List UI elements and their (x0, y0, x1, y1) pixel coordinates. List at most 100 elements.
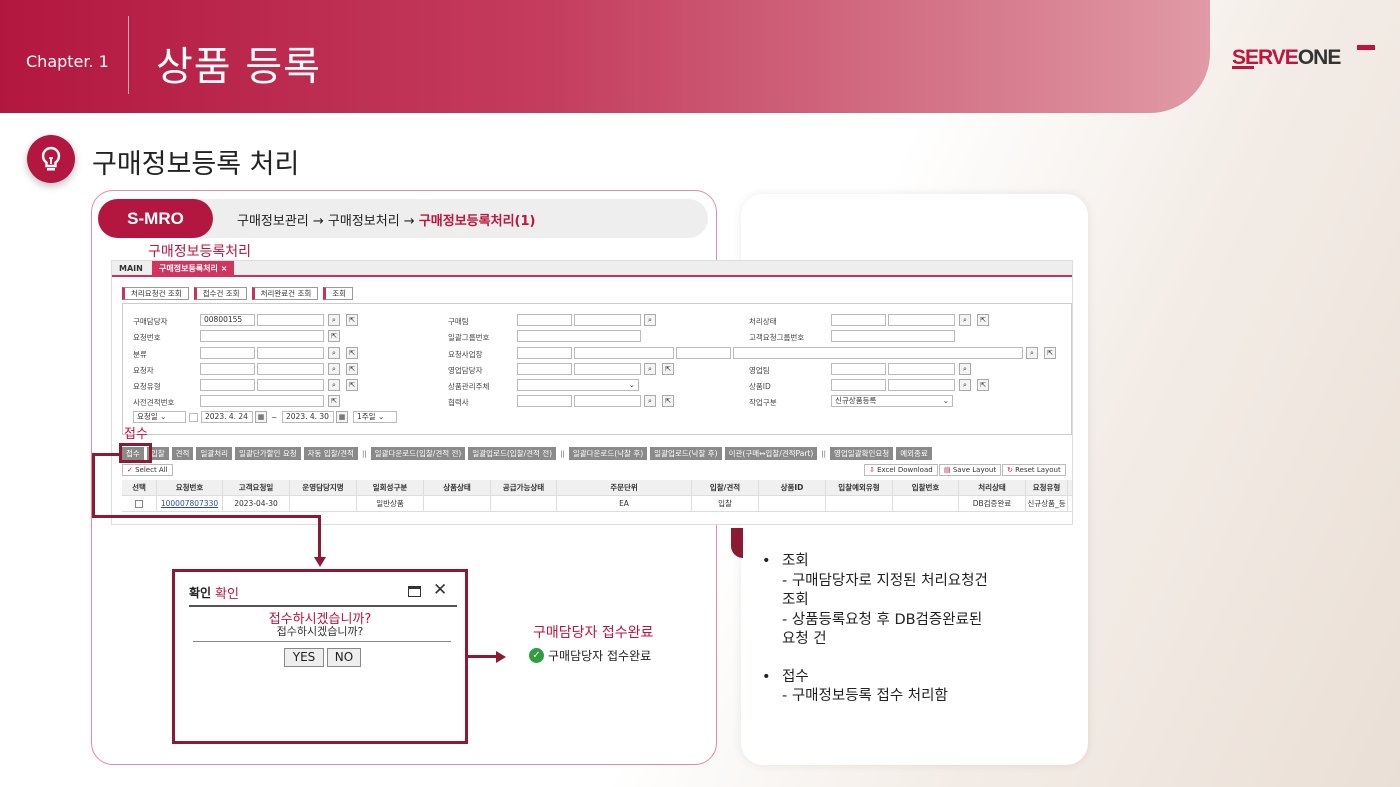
request-type-code-input[interactable] (200, 379, 255, 391)
quote-no-input[interactable] (200, 395, 324, 407)
sales-confirm-request-button[interactable]: 영업일괄확인요청 (830, 447, 894, 460)
product-id-name-input[interactable] (888, 379, 955, 391)
col-process-status[interactable]: 처리상태 (959, 480, 1026, 495)
col-bid-no[interactable]: 입찰번호 (893, 480, 959, 495)
auto-bid-button[interactable]: 자동 입찰/견적 (303, 447, 358, 460)
sales-team-code-input[interactable] (831, 363, 886, 375)
export-icon[interactable]: ⇱ (346, 379, 358, 391)
yes-button[interactable]: YES (284, 648, 324, 667)
batch-download-after-button[interactable]: 일괄다운로드(낙찰 후) (568, 447, 648, 460)
search-icon[interactable]: ⌕ (959, 363, 971, 375)
search-completed-button[interactable]: 처리완료건 조회 (251, 287, 319, 300)
batch-download-before-button[interactable]: 일괄다운로드(입찰/견적 전) (370, 447, 466, 460)
search-requests-button[interactable]: 처리요청건 조회 (122, 287, 189, 300)
search-received-button[interactable]: 접수건 조회 (193, 287, 247, 300)
search-button[interactable]: 조회 (323, 287, 354, 300)
export-icon[interactable]: ⇱ (1044, 347, 1056, 359)
request-no-link[interactable]: 100007807330 (157, 496, 223, 511)
save-layout-button[interactable]: ▤ Save Layout (939, 464, 1002, 476)
calendar-icon[interactable]: ▦ (255, 411, 267, 423)
process-status-name-input[interactable] (888, 314, 955, 326)
close-icon[interactable]: ✕ (433, 580, 447, 600)
requester-name-input[interactable] (257, 363, 324, 375)
request-type-name-input[interactable] (257, 379, 324, 391)
search-icon[interactable]: ⌕ (644, 395, 656, 407)
search-icon[interactable]: ⌕ (1026, 347, 1038, 359)
purchase-team-name-input[interactable] (574, 314, 641, 326)
export-icon[interactable]: ⇱ (346, 363, 358, 375)
export-icon[interactable]: ⇱ (328, 330, 340, 342)
partner-name-input[interactable] (574, 395, 641, 407)
col-request-type[interactable]: 요청유형 (1026, 480, 1068, 495)
search-icon[interactable]: ⌕ (959, 314, 971, 326)
sales-rep-name-input[interactable] (574, 363, 641, 375)
exception-close-button[interactable]: 예외종료 (896, 447, 932, 460)
requester-code-input[interactable] (200, 363, 255, 375)
request-no-input[interactable] (200, 330, 324, 342)
export-icon[interactable]: ⇱ (977, 314, 989, 326)
search-icon[interactable]: ⌕ (644, 314, 656, 326)
export-icon[interactable]: ⇱ (346, 347, 358, 359)
work-type-select[interactable]: 신규상품등록 ⌄ (831, 395, 953, 407)
search-icon[interactable]: ⌕ (328, 347, 340, 359)
col-order-unit[interactable]: 주문단위 (557, 480, 692, 495)
product-owner-select[interactable]: ⌄ (517, 379, 639, 391)
site-address-input[interactable] (733, 347, 1023, 359)
col-select[interactable]: 선택 (122, 480, 157, 495)
site-extra-input[interactable] (676, 347, 731, 359)
process-status-code-input[interactable] (831, 314, 886, 326)
search-icon[interactable]: ⌕ (959, 379, 971, 391)
transfer-button[interactable]: 이관(구매↔입찰/견적Part) (724, 447, 818, 460)
reset-layout-button[interactable]: ↻ Reset Layout (1002, 464, 1066, 476)
tab-main[interactable]: MAIN (112, 261, 150, 277)
date-type-select[interactable]: 요청일 ⌄ (133, 411, 186, 423)
export-icon[interactable]: ⇱ (977, 379, 989, 391)
search-icon[interactable]: ⌕ (328, 314, 340, 326)
col-onetime[interactable]: 일회성구분 (357, 480, 424, 495)
col-product-id[interactable]: 상품ID (759, 480, 826, 495)
sales-team-name-input[interactable] (888, 363, 955, 375)
product-id-code-input[interactable] (831, 379, 886, 391)
site-code-input[interactable] (517, 347, 572, 359)
search-icon[interactable]: ⌕ (328, 379, 340, 391)
row-checkbox[interactable] (122, 496, 157, 511)
export-icon[interactable]: ⇱ (328, 395, 340, 407)
date-from-input[interactable]: 2023. 4. 24 (201, 411, 253, 423)
customer-group-input[interactable] (831, 330, 955, 342)
date-checkbox[interactable] (189, 413, 198, 422)
batch-process-button[interactable]: 일괄처리 (196, 447, 233, 460)
calendar-icon[interactable]: ▦ (336, 411, 348, 423)
export-icon[interactable]: ⇱ (662, 363, 674, 375)
category-name-input[interactable] (257, 347, 324, 359)
col-operator[interactable]: 운영담당지명 (290, 480, 357, 495)
buyer-name-input[interactable] (257, 314, 324, 326)
col-bid-quote[interactable]: 입찰/견적 (692, 480, 759, 495)
col-bid-exception[interactable]: 입찰예외유형 (826, 480, 893, 495)
close-icon[interactable]: × (221, 264, 228, 273)
partner-code-input[interactable] (517, 395, 572, 407)
site-name-input[interactable] (574, 347, 674, 359)
buyer-code-input[interactable]: 00800155 (200, 314, 255, 326)
col-request-no[interactable]: 요청번호 (157, 480, 223, 495)
col-supply-status[interactable]: 공급가능상태 (491, 480, 557, 495)
export-icon[interactable]: ⇱ (346, 314, 358, 326)
col-customer-date[interactable]: 고객요청일 (223, 480, 290, 495)
date-to-input[interactable]: 2023. 4. 30 (282, 411, 334, 423)
search-icon[interactable]: ⌕ (644, 363, 656, 375)
sales-rep-code-input[interactable] (517, 363, 572, 375)
batch-upload-before-button[interactable]: 일괄업로드(입찰/견적 전) (468, 447, 557, 460)
batch-upload-after-button[interactable]: 일괄업로드(낙찰 후) (650, 447, 722, 460)
period-select[interactable]: 1주일 ⌄ (353, 411, 397, 423)
category-code-input[interactable] (200, 347, 255, 359)
tab-purchase-registration[interactable]: 구매정보등록처리 × (152, 261, 235, 277)
no-button[interactable]: NO (327, 648, 361, 667)
col-product-status[interactable]: 상품상태 (424, 480, 491, 495)
search-icon[interactable]: ⌕ (328, 363, 340, 375)
maximize-icon[interactable] (408, 586, 421, 597)
batch-discount-button[interactable]: 일괄단가할인 요청 (235, 447, 301, 460)
table-row[interactable]: 100007807330 2023-04-30 일반상품 EA 입찰 DB검증완… (122, 496, 1072, 512)
quote-button[interactable]: 견적 (171, 447, 194, 460)
select-all-button[interactable]: ✓ Select All (122, 464, 173, 476)
excel-download-button[interactable]: ⇩ Excel Download (864, 464, 938, 476)
batch-group-input[interactable] (517, 330, 641, 342)
